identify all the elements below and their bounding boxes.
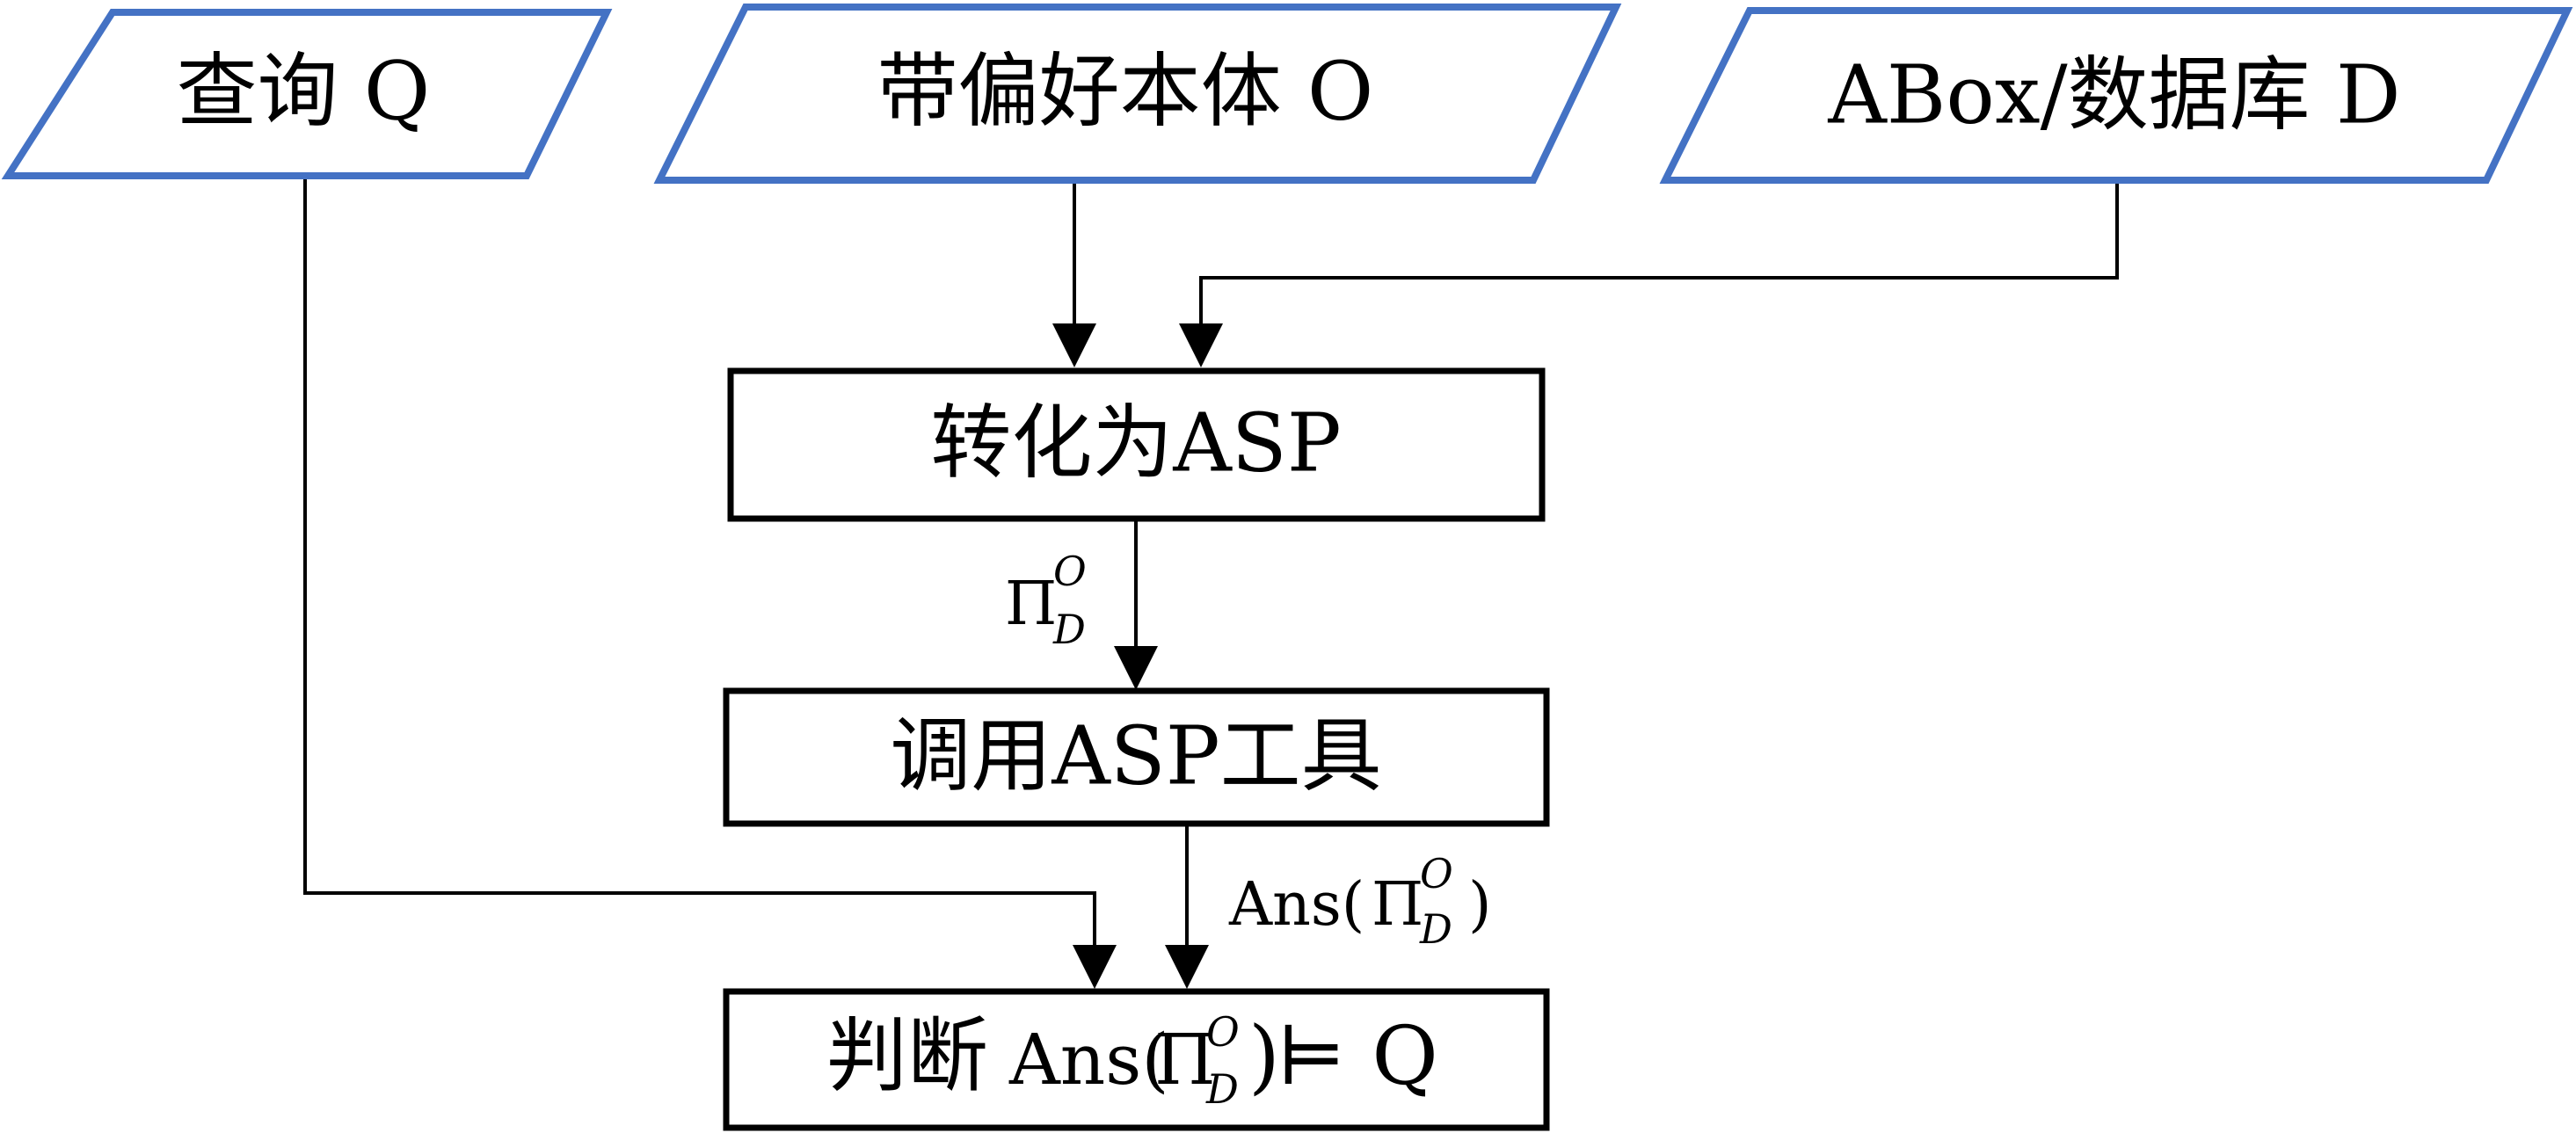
process-judge-prefix: 判断 bbox=[826, 1009, 988, 1103]
arrowhead-convert-to-invoke bbox=[1114, 646, 1158, 690]
program-base: Π bbox=[1005, 570, 1057, 639]
answer-open: Ans( bbox=[1228, 870, 1364, 940]
input-ontology: 带偏好本体 O bbox=[653, 4, 1622, 184]
program-superscript: O bbox=[1053, 548, 1087, 595]
input-abox-label: ABox/数据库 D bbox=[1827, 48, 2400, 142]
process-convert-label: 转化为ASP bbox=[930, 396, 1341, 490]
arrowhead-query-to-judge bbox=[1073, 945, 1117, 989]
answer-label: Ans( Π O D ) bbox=[1228, 850, 1492, 953]
process-judge-suffix: ) bbox=[1248, 1009, 1280, 1103]
answer-superscript: O bbox=[1420, 850, 1453, 897]
connector-query-to-judge bbox=[303, 176, 1096, 945]
input-ontology-label: 带偏好本体 O bbox=[877, 45, 1374, 139]
arrowhead-invoke-to-judge bbox=[1165, 945, 1209, 989]
process-judge: 判断 Ans( Π O D ) ⊨ Q bbox=[723, 988, 1550, 1131]
process-judge-subscript: D bbox=[1205, 1065, 1239, 1113]
input-abox: ABox/数据库 D bbox=[1659, 7, 2573, 184]
program-subscript: D bbox=[1052, 606, 1086, 653]
flowchart: 查询 Q 带偏好本体 O ABox/数据库 D 转化为ASP Π O D 调用A… bbox=[1, 4, 2573, 1131]
connectors bbox=[303, 176, 2119, 989]
process-judge-entails: ⊨ Q bbox=[1277, 1009, 1438, 1103]
process-invoke-label: 调用ASP工具 bbox=[890, 709, 1381, 803]
process-judge-superscript: O bbox=[1206, 1008, 1240, 1056]
answer-base: Π bbox=[1372, 870, 1423, 940]
answer-close: ) bbox=[1468, 870, 1492, 940]
input-query: 查询 Q bbox=[1, 9, 613, 179]
arrowhead-ontology-to-convert bbox=[1052, 323, 1096, 367]
input-query-label: 查询 Q bbox=[177, 45, 431, 139]
program-label: Π O D bbox=[1005, 548, 1087, 653]
process-judge-ans-open: Ans( bbox=[1008, 1019, 1169, 1100]
connector-abox-to-convert bbox=[1199, 180, 2119, 323]
answer-subscript: D bbox=[1419, 905, 1452, 953]
arrowhead-abox-to-convert bbox=[1179, 323, 1223, 367]
process-invoke: 调用ASP工具 bbox=[723, 687, 1550, 827]
process-convert: 转化为ASP bbox=[727, 367, 1546, 522]
